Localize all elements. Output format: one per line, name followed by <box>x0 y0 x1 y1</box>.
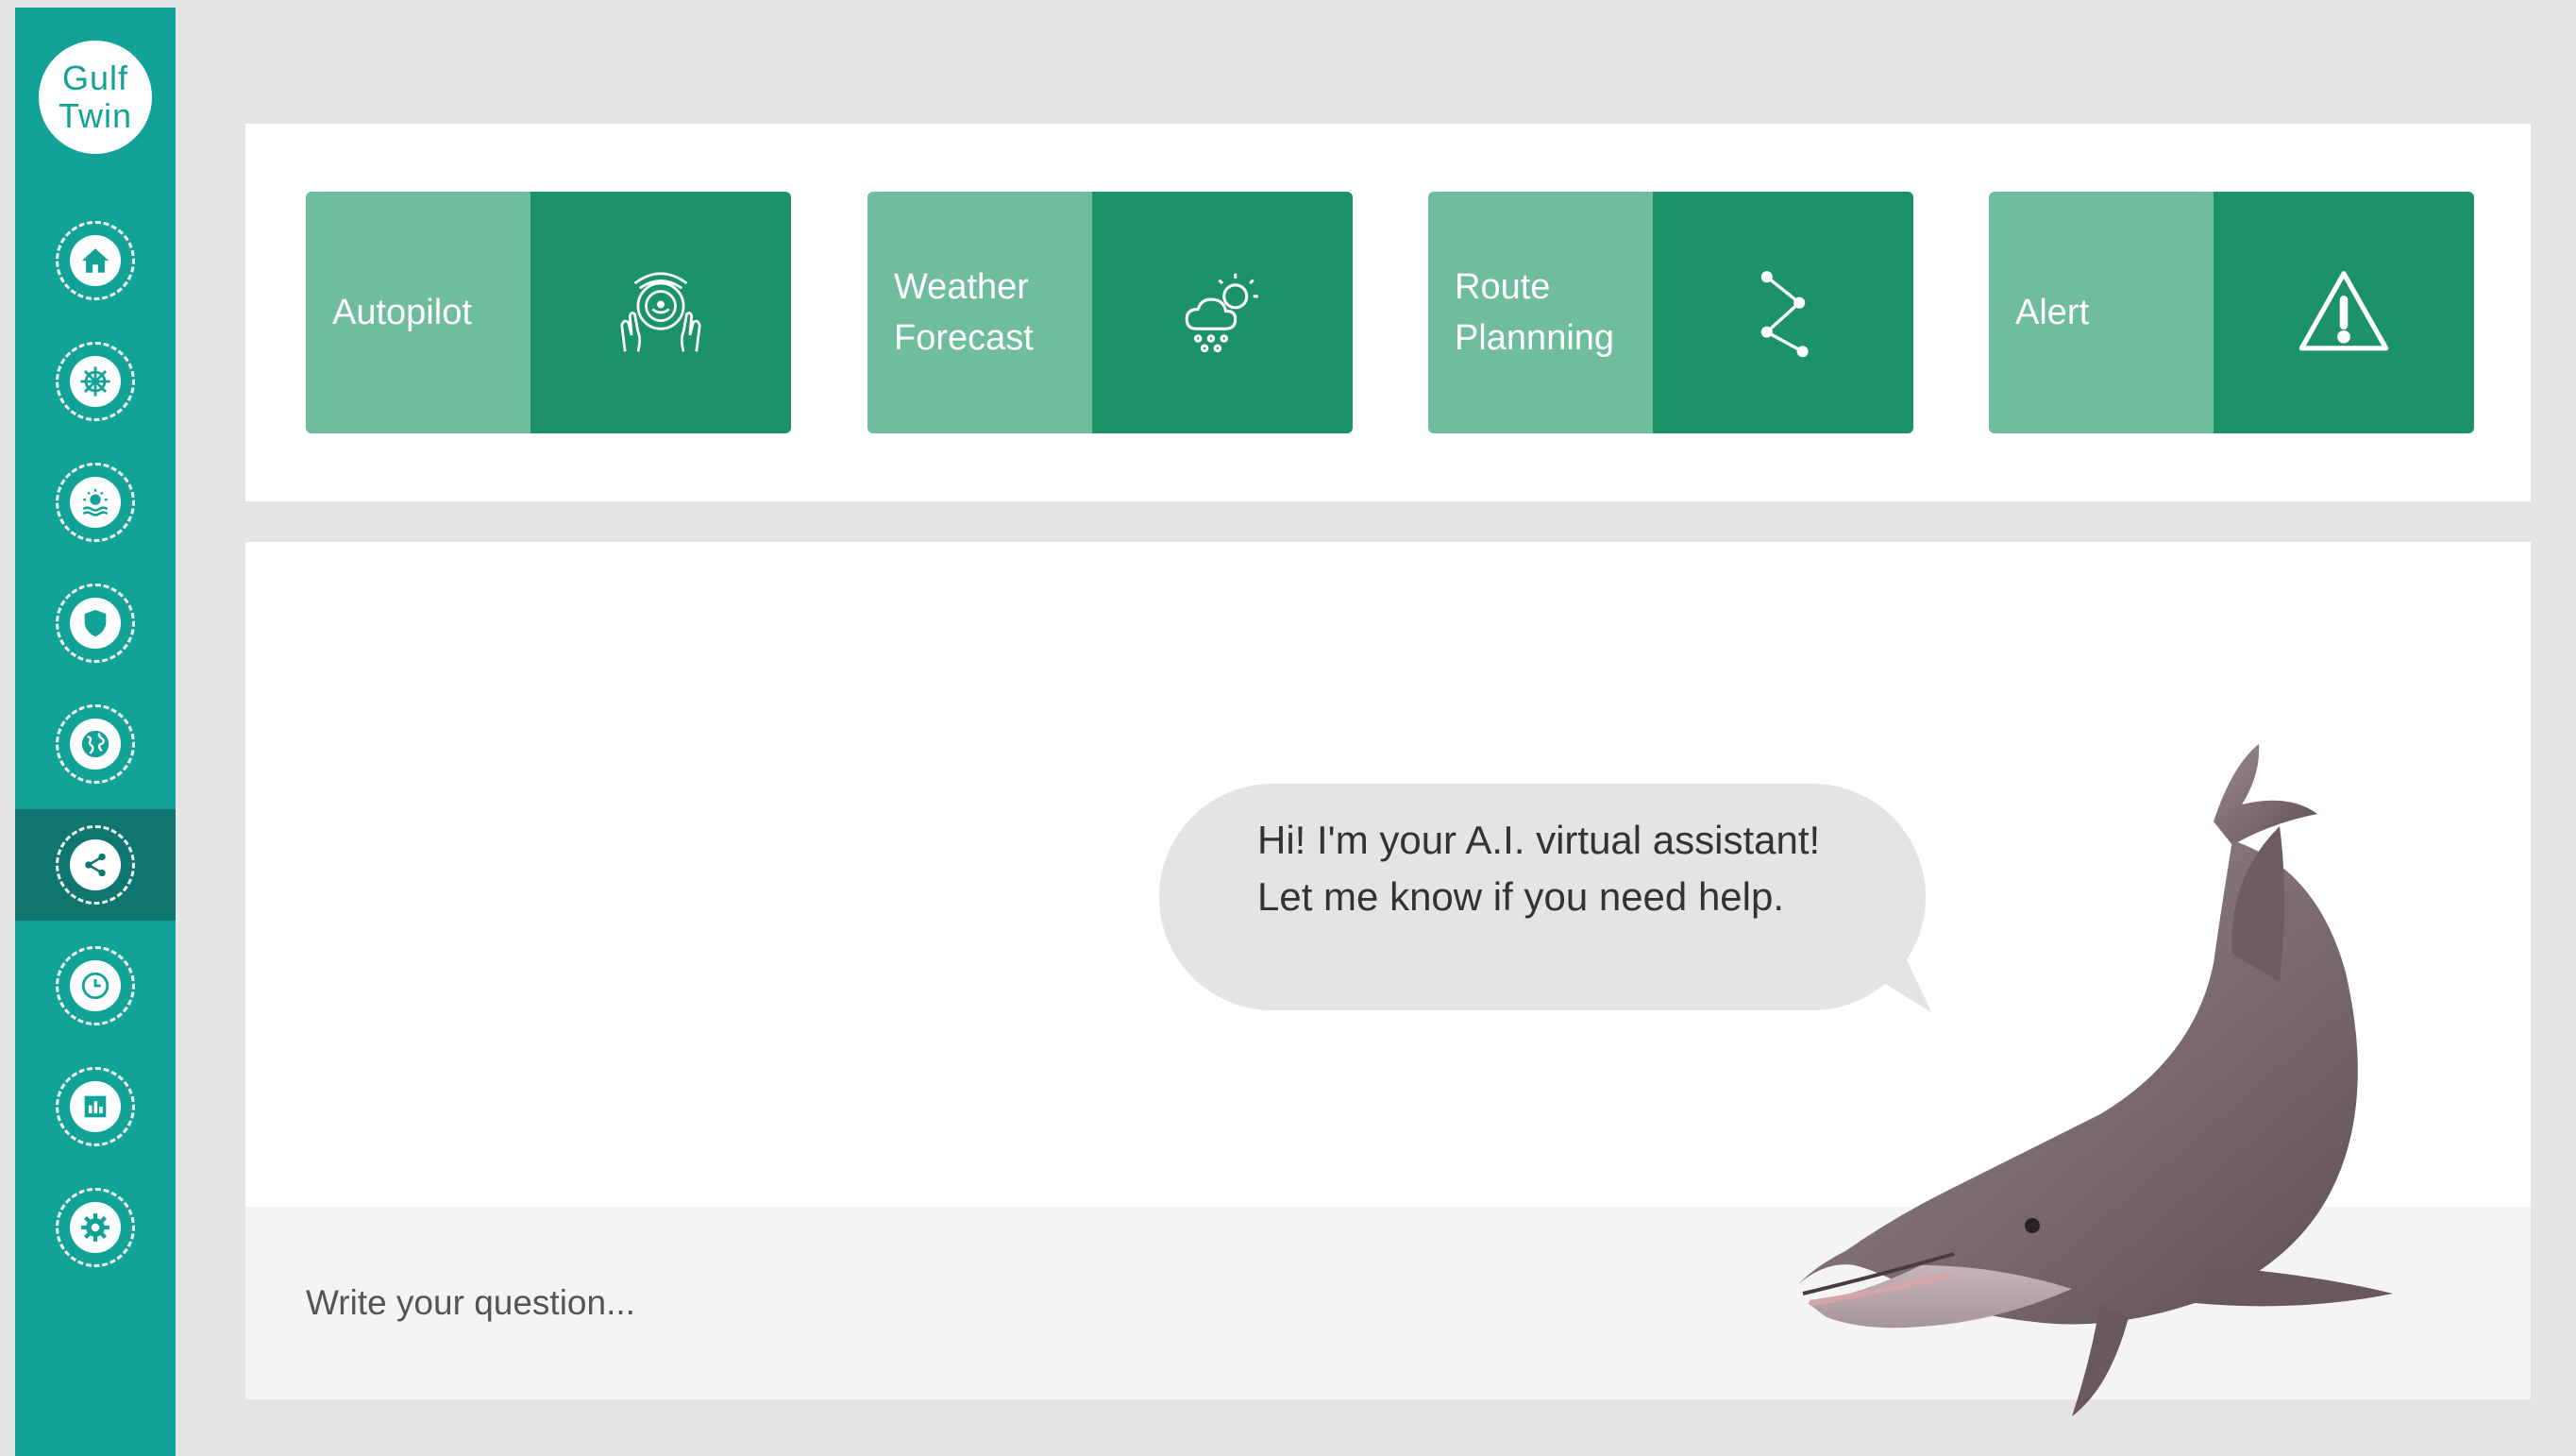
clock-icon <box>81 972 109 1000</box>
logo-text: Gulf Twin <box>58 59 133 135</box>
sidebar-item-history[interactable] <box>15 930 176 1041</box>
sidebar-item-security[interactable] <box>15 567 176 679</box>
sun-sea-icon <box>82 488 109 516</box>
sidebar-item-globe[interactable] <box>15 688 176 800</box>
weather-forecast-card[interactable]: Weather Forecast <box>867 192 1353 433</box>
card-label: Weather Forecast <box>867 192 1092 433</box>
alert-card[interactable]: Alert <box>1989 192 2474 433</box>
shield-icon <box>84 609 107 637</box>
gulf-twin-logo[interactable]: Gulf Twin <box>39 41 152 154</box>
card-label: Route Plannning <box>1428 192 1653 433</box>
bar-chart-icon <box>84 1095 107 1118</box>
alert-triangle-icon <box>2298 271 2389 351</box>
sidebar-item-navigation[interactable] <box>15 326 176 437</box>
sidebar-item-analytics[interactable] <box>15 1051 176 1162</box>
sidebar-item-environment[interactable] <box>15 447 176 558</box>
weather-icon <box>1185 273 1258 353</box>
sidebar-item-settings[interactable] <box>15 1172 176 1283</box>
card-label: Autopilot <box>306 192 530 433</box>
autopilot-card[interactable]: Autopilot <box>306 192 791 433</box>
dolphin-avatar <box>1798 744 2393 1416</box>
question-input[interactable] <box>306 1263 1722 1343</box>
share-icon <box>85 853 106 877</box>
sidebar: Gulf Twin <box>15 8 176 1456</box>
sidebar-item-share[interactable] <box>15 809 176 921</box>
ship-wheel-icon <box>80 366 110 397</box>
route-icon <box>1760 271 1809 358</box>
settings-icon <box>81 1213 109 1242</box>
sidebar-item-home[interactable] <box>15 205 176 316</box>
globe-icon <box>81 730 109 758</box>
route-planning-card[interactable]: Route Plannning <box>1428 192 1913 433</box>
home-icon <box>81 248 109 273</box>
assistant-message-text: Hi! I'm your A.I. virtual assistant! Let… <box>1257 818 1821 919</box>
card-label: Alert <box>1989 192 2214 433</box>
feature-cards-panel: Autopilot Weather Forecast Route Plannni <box>245 124 2531 501</box>
steering-hands-icon <box>620 272 701 352</box>
